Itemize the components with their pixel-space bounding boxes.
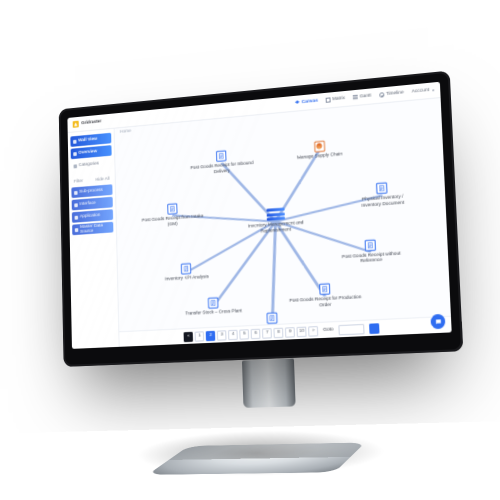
interface-icon (74, 203, 78, 207)
pagination-goto-label: Goto (323, 327, 333, 333)
sidebar-filter-interface[interactable]: Interface (72, 197, 113, 211)
layers-icon (295, 100, 300, 105)
graph-node-label: Confirm Receipt of Goods (246, 324, 299, 332)
page-button[interactable]: 1 (195, 331, 205, 341)
document-icon (365, 239, 376, 251)
graph-node[interactable]: Transfer Stock – Cross Plant (185, 296, 242, 318)
app-icon (75, 215, 79, 219)
document-icon (181, 263, 191, 274)
page-button[interactable]: 7 (262, 328, 272, 339)
sidebar-filter-master-data[interactable]: Master Data Source (72, 222, 113, 235)
page-button[interactable]: » (308, 326, 318, 337)
graph-node-label: Post Goods Receipt for Production Order (286, 295, 365, 311)
graph-node[interactable]: Post Goods Receipt for Inbound Delivery (185, 148, 260, 178)
filter-hide-all[interactable]: Hide All (95, 177, 109, 183)
chat-icon (434, 318, 442, 326)
page-button[interactable]: 10 (297, 326, 307, 337)
flow-icon (74, 190, 78, 194)
graph-node-label: Transfer Stock – Cross Plant (185, 309, 242, 318)
matrix-icon (326, 97, 331, 102)
pagination-goto-input[interactable] (338, 323, 364, 334)
sidebar-item-label: Interface (79, 201, 95, 207)
nav-canvas-label: Canvas (301, 99, 318, 106)
nav-matrix-label: Matrix (332, 96, 345, 102)
pagination-go-button[interactable] (369, 323, 379, 334)
monitor: Gridraster Canvas Matrix Gantt Timeline … (59, 71, 463, 367)
page-button[interactable]: 5 (240, 329, 250, 340)
nav-canvas[interactable]: Canvas (295, 99, 318, 106)
nav-matrix[interactable]: Matrix (326, 96, 346, 103)
page-button[interactable]: 6 (251, 328, 261, 339)
graph-nodes: Inventory Management and Replenishment P… (115, 98, 452, 347)
database-icon (75, 228, 79, 232)
graph-node-label: Post Goods Receipt for Inbound Delivery (185, 160, 259, 177)
graph-node-center[interactable]: Inventory Management and Replenishment (237, 206, 314, 237)
document-icon (216, 150, 226, 162)
sidebar-item-label: Sub-process (79, 188, 103, 195)
brand[interactable]: Gridraster (73, 118, 102, 127)
monitor-bezel: Gridraster Canvas Matrix Gantt Timeline … (59, 71, 463, 367)
clock-icon (379, 92, 384, 98)
sidebar-item-label: Master Data Source (80, 222, 111, 234)
page-button[interactable]: 3 (217, 330, 227, 340)
page-button[interactable]: 2 (206, 330, 216, 340)
gantt-icon (353, 95, 358, 100)
graph-node[interactable]: Post Goods Receipt for Production Order (286, 282, 365, 311)
nav-account[interactable]: Account (412, 87, 435, 94)
monitor-neck (242, 359, 296, 408)
nav-timeline-label: Timeline (386, 90, 404, 97)
graph-node-label: Post Goods Receipt without Reference (334, 250, 410, 266)
nav-account-label: Account (412, 88, 430, 95)
graph-node-label: Inventory KPI Analysis (165, 275, 209, 283)
graph-node-label: Physical Inventory / Inventory Document (352, 194, 414, 210)
stage: Gridraster Canvas Matrix Gantt Timeline … (0, 0, 500, 500)
nav-gantt-label: Gantt (360, 93, 372, 99)
graph-canvas[interactable]: Home (115, 98, 452, 347)
document-icon (167, 203, 177, 214)
document-icon (376, 183, 387, 195)
graph-node[interactable]: Physical Inventory / Inventory Document (351, 181, 414, 211)
gear-icon (314, 140, 325, 152)
document-icon (319, 284, 330, 296)
graph-node-label: Manage Supply Chain (297, 152, 343, 162)
brand-logo-icon (73, 121, 79, 128)
overview-icon (73, 152, 77, 156)
document-icon (267, 312, 278, 324)
brand-name: Gridraster (81, 119, 101, 126)
graph-node-label: Inventory Management and Replenishment (238, 220, 314, 237)
sidebar-item-label: Wall View (78, 137, 97, 143)
graph-node-label: Post Goods Receipt from Intake (GM) (136, 213, 209, 229)
pagination: «12345678910» (184, 326, 319, 342)
page-button[interactable]: 8 (274, 327, 284, 338)
app-screen: Gridraster Canvas Matrix Gantt Timeline … (67, 82, 451, 349)
page-button[interactable]: 4 (228, 329, 238, 339)
graph-node[interactable]: Post Goods Receipt from Intake (GM) (136, 201, 209, 230)
graph-node[interactable]: Confirm Receipt of Goods (246, 311, 299, 332)
grid-icon (73, 139, 77, 143)
nav-timeline[interactable]: Timeline (379, 90, 404, 97)
graph-node[interactable]: Inventory KPI Analysis (165, 262, 209, 283)
sidebar: Wall View Overview Categories Filter Hide… (68, 129, 120, 349)
filter-header-label: Filter (74, 179, 83, 185)
top-nav: Canvas Matrix Gantt Timeline Account (295, 87, 435, 105)
sidebar-item-label: Categories (79, 162, 99, 168)
page-button[interactable]: 9 (285, 327, 295, 338)
sidebar-filter-header: Filter Hide All (71, 177, 112, 185)
sidebar-item-label: Overview (78, 149, 97, 155)
sidebar-filter-subprocess[interactable]: Sub-process (71, 184, 112, 198)
page-button[interactable]: « (184, 331, 193, 341)
chat-launcher[interactable] (430, 314, 445, 329)
category-icon (74, 164, 78, 168)
document-icon (208, 297, 219, 309)
nav-gantt[interactable]: Gantt (353, 93, 372, 100)
stack-icon (266, 208, 284, 221)
sidebar-item-label: Application (80, 213, 101, 219)
app-body: Wall View Overview Categories Filter Hide… (68, 98, 452, 349)
graph-node[interactable]: Manage Supply Chain (296, 139, 342, 162)
graph-node[interactable]: Post Goods Receipt without Reference (333, 237, 410, 267)
sidebar-filter-application[interactable]: Application (72, 209, 113, 223)
